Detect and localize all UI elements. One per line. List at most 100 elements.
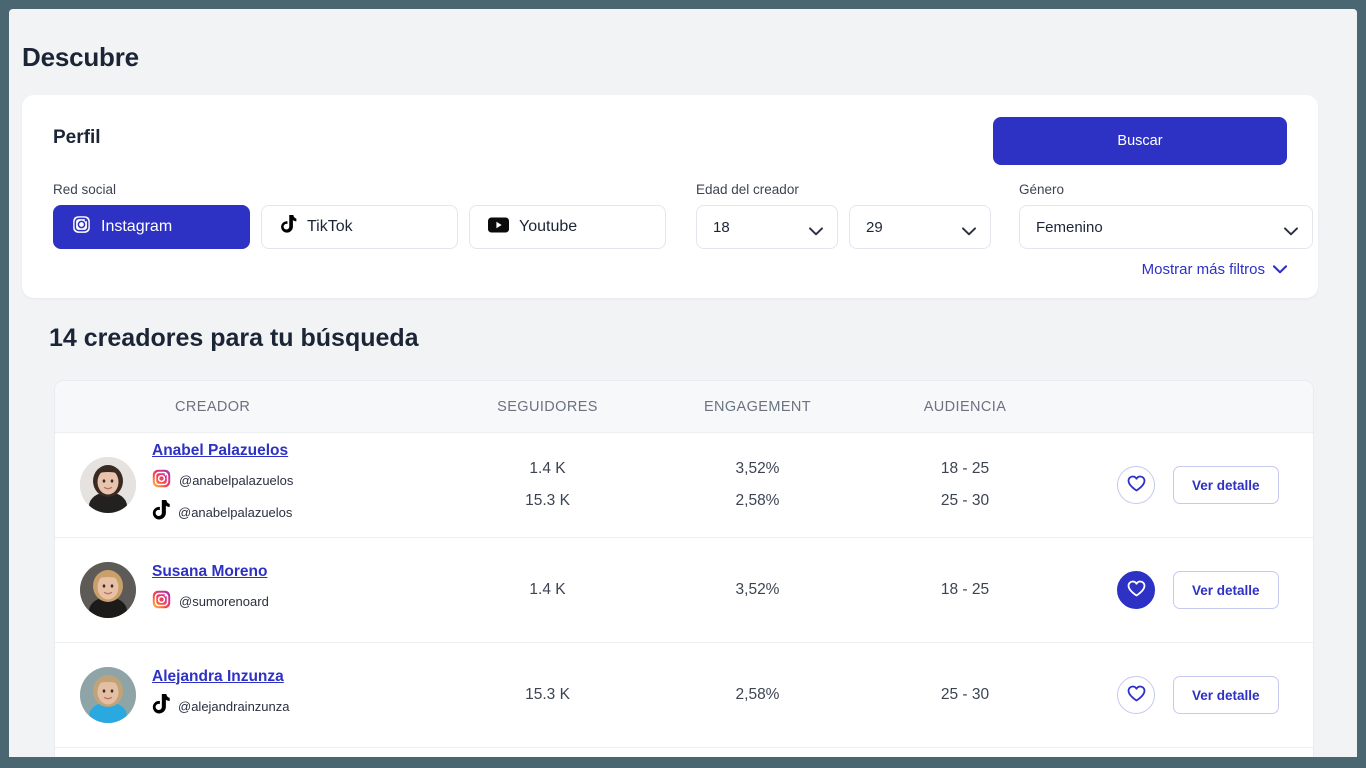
creator-name-link[interactable]: Susana Moreno: [152, 563, 267, 581]
tiktok-icon: [152, 693, 170, 720]
engagement-value: 2,58%: [735, 686, 780, 703]
audience-cell: 18 - 25: [865, 574, 1065, 606]
view-detail-button[interactable]: Ver detalle: [1173, 571, 1279, 609]
creator-name-link[interactable]: Alejandra Inzunza: [152, 668, 284, 686]
age-min-select[interactable]: 18: [696, 205, 838, 249]
engagement-value: 3,52%: [735, 460, 780, 477]
creator-name-link[interactable]: Anabel Palazuelos: [152, 442, 288, 460]
creator-account: @anabelpalazuelos: [152, 465, 293, 497]
app-window: Descubre Perfil Buscar Red social Instag…: [9, 9, 1357, 757]
creator-info: Susana Moreno @sumorenoard: [152, 563, 269, 618]
network-button-group: Instagram TikTok Youtube: [53, 205, 666, 249]
creator-cell: Alejandra Inzunza @alejandrainzunza: [55, 667, 445, 723]
gender-value: Femenino: [1036, 218, 1103, 236]
favorite-button[interactable]: [1117, 466, 1155, 504]
audience-cell: 25 - 30: [865, 679, 1065, 711]
tiktok-icon: [152, 499, 170, 526]
age-select-group: 18 29: [696, 205, 991, 249]
followers-value: 1.4 K: [529, 581, 566, 598]
creator-account: @alejandrainzunza: [152, 691, 290, 723]
results-table: CREADOR SEGUIDORES ENGAGEMENT AUDIENCIA …: [54, 380, 1314, 757]
gender-filter: Género Femenino: [1019, 182, 1313, 249]
creator-cell: Susana Moreno @sumorenoard: [55, 562, 445, 618]
column-header-audience: AUDIENCIA: [923, 398, 1007, 415]
search-button[interactable]: Buscar: [993, 117, 1287, 165]
age-filter-label: Edad del creador: [696, 182, 799, 197]
creator-handle: @sumorenoard: [179, 594, 269, 609]
engagement-value: 2,58%: [735, 492, 780, 509]
creator-info: Alejandra Inzunza @alejandrainzunza: [152, 668, 290, 723]
table-row: Alejandra Inzunza @alejandrainzunza 15.3 K…: [55, 643, 1313, 748]
table-body: Anabel Palazuelos @anabelpalazuelos @anabe…: [55, 433, 1313, 757]
favorite-button[interactable]: [1117, 571, 1155, 609]
creator-info: Anabel Palazuelos @anabelpalazuelos @anabe…: [152, 442, 293, 529]
followers-value: 15.3 K: [525, 492, 570, 509]
table-row: Anabel Palazuelos @anabelpalazuelos @anabe…: [55, 433, 1313, 538]
filters-row: Red social Instagram TikTok Youtube Edad…: [53, 182, 1313, 249]
column-header-engagement: ENGAGEMENT: [703, 398, 812, 415]
followers-cell: 1.4 K 15.3 K: [445, 453, 650, 517]
audience-value: 25 - 30: [940, 686, 990, 703]
favorite-button[interactable]: [1117, 676, 1155, 714]
network-filter-label: Red social: [53, 182, 117, 197]
followers-cell: 1.4 K: [445, 574, 650, 606]
network-filter: Red social Instagram TikTok Youtube: [53, 182, 666, 249]
avatar: [80, 667, 136, 723]
filters-section-title: Perfil: [53, 127, 101, 148]
actions-cell: Ver detalle: [1065, 676, 1313, 714]
actions-cell: Ver detalle: [1065, 571, 1313, 609]
network-button-instagram-label: Instagram: [101, 218, 173, 235]
network-button-tiktok-label: TikTok: [307, 218, 353, 235]
show-more-filters-link[interactable]: Mostrar más filtros: [1141, 261, 1288, 278]
audience-value: 18 - 25: [940, 581, 990, 598]
instagram-icon: [152, 590, 171, 614]
table-row: Susana Moreno @sumorenoard 1.4 K 3,52% 18 - …: [55, 538, 1313, 643]
gender-select[interactable]: Femenino: [1019, 205, 1313, 249]
followers-value: 15.3 K: [525, 686, 570, 703]
tiktok-icon: [280, 215, 297, 239]
instagram-icon: [152, 469, 171, 493]
youtube-icon: [488, 217, 509, 238]
followers-value: 1.4 K: [529, 460, 566, 477]
age-max-value: 29: [866, 218, 883, 236]
creator-handle: @anabelpalazuelos: [178, 505, 293, 520]
filters-card: Perfil Buscar Red social Instagram TikTo…: [22, 95, 1318, 298]
gender-filter-label: Género: [1019, 182, 1065, 197]
age-min-value: 18: [713, 218, 730, 236]
age-max-select[interactable]: 29: [849, 205, 991, 249]
show-more-filters-label: Mostrar más filtros: [1141, 261, 1265, 278]
engagement-cell: 3,52% 2,58%: [650, 453, 865, 517]
more-filters-row: Mostrar más filtros: [53, 261, 1288, 278]
followers-cell: 15.3 K: [445, 679, 650, 711]
audience-value: 18 - 25: [940, 460, 990, 477]
column-header-creator: CREADOR: [175, 398, 251, 415]
view-detail-button[interactable]: Ver detalle: [1173, 466, 1279, 504]
chevron-down-icon: [1284, 223, 1298, 235]
heart-icon: [1127, 475, 1146, 495]
engagement-cell: 3,52%: [650, 574, 865, 606]
audience-cell: 18 - 25 25 - 30: [865, 453, 1065, 517]
creator-handle: @alejandrainzunza: [178, 699, 290, 714]
column-header-followers: SEGUIDORES: [497, 398, 598, 415]
chevron-down-icon: [809, 223, 823, 235]
table-row: [55, 748, 1313, 757]
network-button-youtube-label: Youtube: [519, 218, 578, 235]
engagement-cell: 2,58%: [650, 679, 865, 711]
filters-card-header: Perfil Buscar: [53, 117, 1287, 165]
view-detail-button[interactable]: Ver detalle: [1173, 676, 1279, 714]
age-filter: Edad del creador 18 29: [696, 182, 991, 249]
network-button-youtube[interactable]: Youtube: [469, 205, 666, 249]
network-button-tiktok[interactable]: TikTok: [261, 205, 458, 249]
actions-cell: Ver detalle: [1065, 466, 1313, 504]
heart-icon: [1127, 685, 1146, 705]
audience-value: 25 - 30: [940, 492, 990, 509]
avatar: [80, 562, 136, 618]
page-title: Descubre: [22, 42, 139, 72]
instagram-icon: [72, 215, 91, 239]
table-header-row: CREADOR SEGUIDORES ENGAGEMENT AUDIENCIA: [55, 381, 1313, 433]
creator-handle: @anabelpalazuelos: [179, 473, 294, 488]
creator-account: @anabelpalazuelos: [152, 497, 293, 529]
creator-cell: Anabel Palazuelos @anabelpalazuelos @anabe…: [55, 442, 445, 529]
network-button-instagram[interactable]: Instagram: [53, 205, 250, 249]
heart-icon: [1127, 580, 1146, 600]
